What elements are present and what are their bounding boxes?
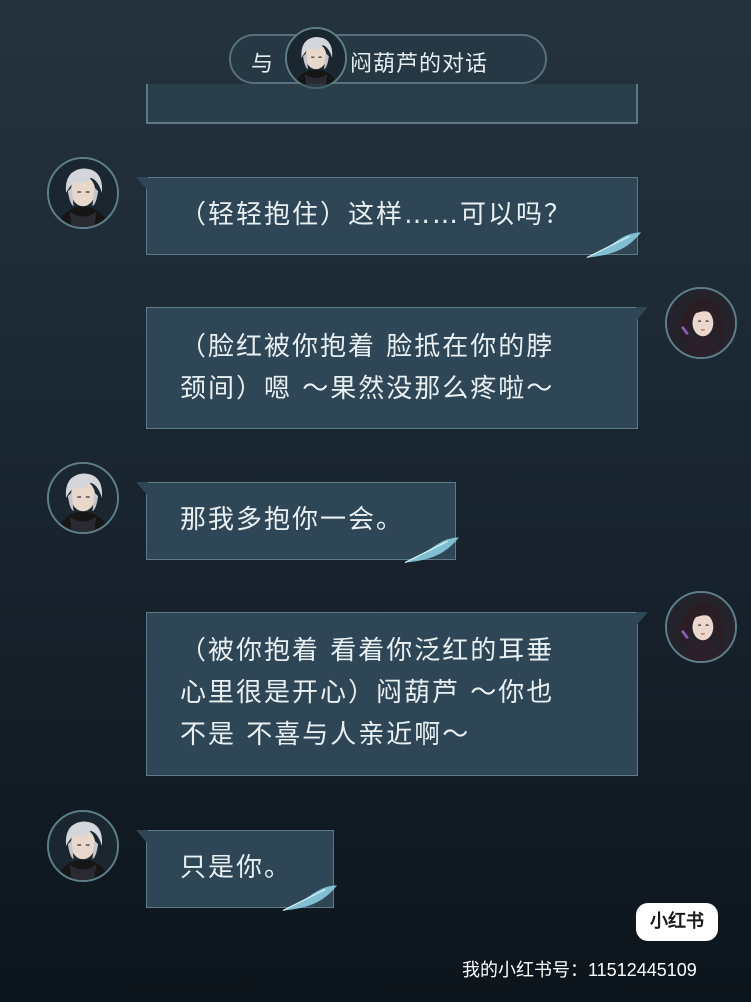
silver-hair-character-avatar-icon[interactable] [47, 462, 119, 534]
title-prefix: 与 [251, 52, 274, 77]
silver-hair-character-avatar-icon [285, 27, 347, 89]
conversation-title-bar: 与 闷葫芦的对话 [229, 27, 547, 89]
message-line: 颈间）嗯 ～果然没那么疼啦～ [180, 374, 555, 404]
dark-hair-player-avatar-icon[interactable] [665, 591, 737, 663]
message-bubble: 那我多抱你一会。 [136, 482, 456, 560]
message-bubble: （脸红被你抱着 脸抵在你的脖 颈间）嗯 ～果然没那么疼啦～ [146, 307, 648, 429]
xiaohongshu-logo: 小红书 [636, 903, 718, 941]
feather-icon [281, 883, 339, 913]
message-line: 不是 不喜与人亲近啊～ [180, 720, 471, 750]
message-bubble: （被你抱着 看着你泛红的耳垂 心里很是开心）闷葫芦 ～你也 不是 不喜与人亲近啊… [146, 612, 648, 776]
message-line: 那我多抱你一会。 [180, 505, 405, 535]
message-line: （轻轻抱住）这样……可以吗？ [180, 200, 573, 230]
message-line: （被你抱着 看着你泛红的耳垂 [180, 636, 555, 666]
previous-message-bubble [146, 84, 638, 124]
dark-hair-player-avatar-icon[interactable] [665, 287, 737, 359]
feather-icon [403, 535, 461, 565]
message-bubble: （轻轻抱住）这样……可以吗？ [136, 177, 638, 255]
feather-icon [585, 230, 643, 260]
silver-hair-character-avatar-icon[interactable] [47, 157, 119, 229]
message-line: 只是你。 [180, 853, 293, 883]
message-line: 心里很是开心）闷葫芦 ～你也 [180, 678, 555, 708]
silver-hair-character-avatar-icon[interactable] [47, 810, 119, 882]
message-line: （脸红被你抱着 脸抵在你的脖 [180, 332, 555, 362]
conversation-title: 闷葫芦的对话 [350, 52, 489, 77]
watermark-account-id: 我的小红书号：11512445109 [462, 960, 697, 980]
message-bubble: 只是你。 [136, 830, 334, 908]
